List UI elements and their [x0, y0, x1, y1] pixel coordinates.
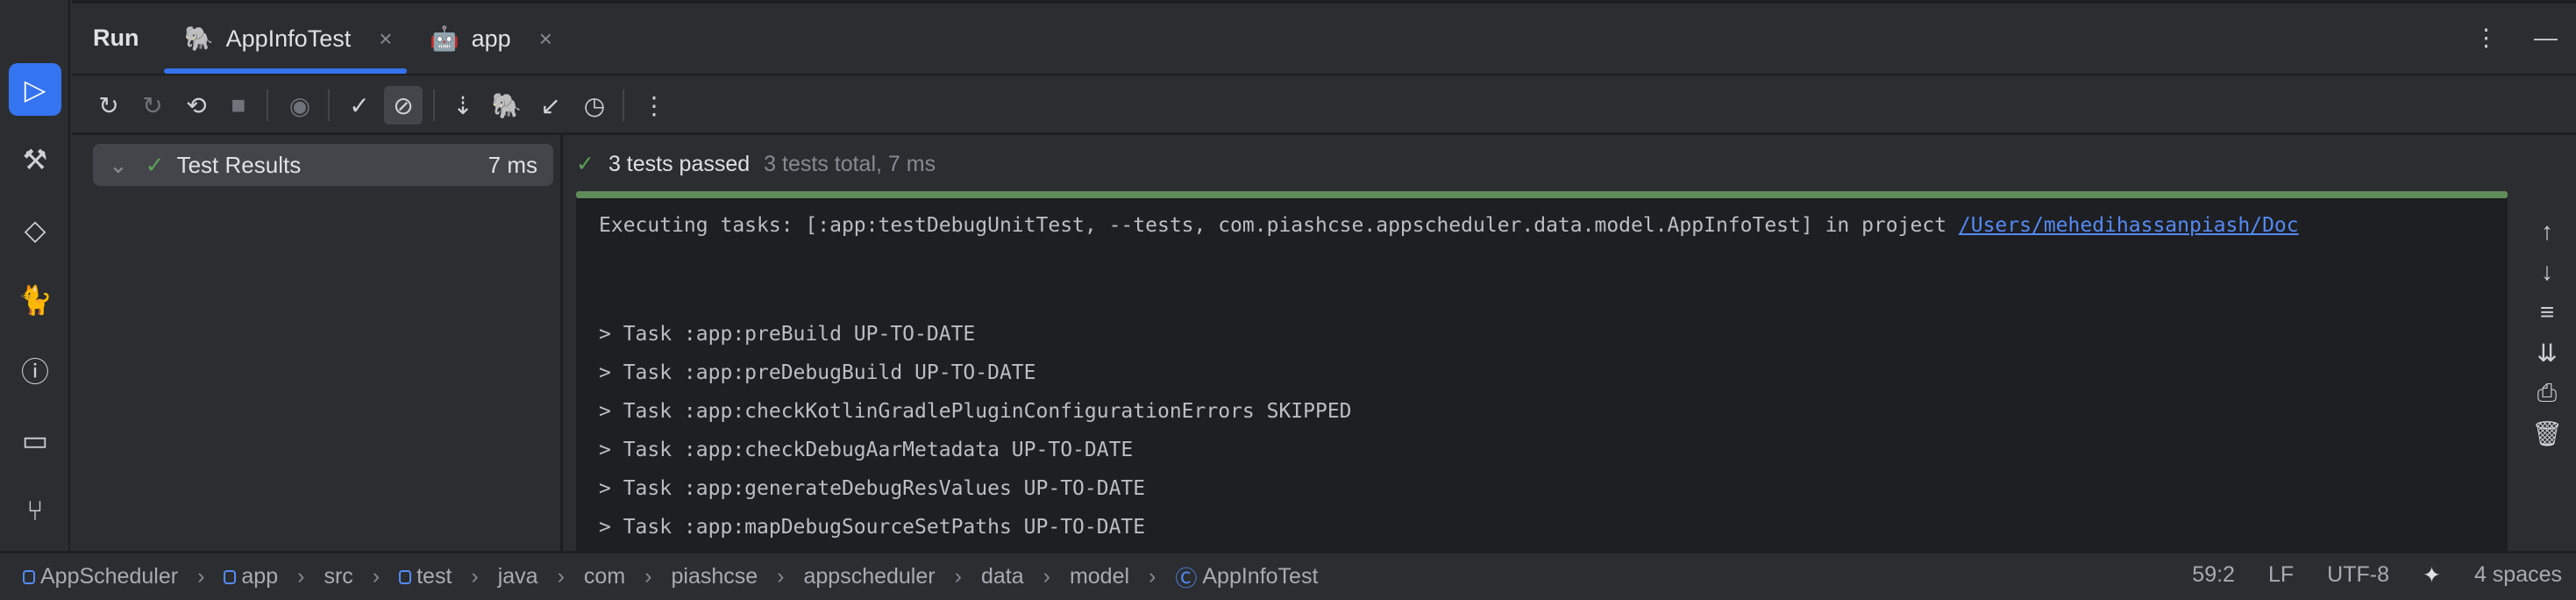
ai-assistant-icon[interactable]: ✦	[2423, 562, 2441, 589]
toggle-autotest-icon[interactable]: ⟲	[177, 86, 216, 125]
breadcrumb-item[interactable]: test	[399, 564, 452, 589]
breadcrumb-item[interactable]: appscheduler	[803, 564, 935, 589]
console-line: > Task :app:checkDebugAarMetadata UP-TO-…	[599, 439, 1134, 461]
breadcrumb-item[interactable]: java	[498, 564, 538, 589]
sort-icon[interactable]: ⇣	[444, 86, 482, 125]
breadcrumb-item[interactable]: AppScheduler	[23, 564, 178, 589]
tab-label: AppInfoTest	[225, 25, 352, 52]
class-icon: Ⓒ	[1175, 566, 1198, 591]
breadcrumb-item[interactable]: app	[224, 564, 278, 589]
chevron-right-icon: ›	[1149, 564, 1156, 589]
chevron-right-icon: ›	[777, 564, 785, 589]
chevron-right-icon: ›	[197, 564, 205, 589]
logcat-icon[interactable]: 🐈	[9, 274, 61, 326]
stop-icon[interactable]: ■	[219, 86, 258, 125]
run-title: Run	[93, 25, 139, 51]
more-options-icon[interactable]: ⋮	[2474, 25, 2498, 52]
history-clock-icon[interactable]: ◷	[575, 86, 614, 125]
android-icon: 🤖	[430, 25, 459, 52]
breadcrumb-item[interactable]: src	[324, 564, 352, 589]
run-toolbar: ↻ ↻ ⟲ ■ ◉ ✓ ⊘ ⇣ 🐘 ↙ ◷ ⋮	[72, 77, 2576, 135]
console-line: > Task :app:generateDebugResValues UP-TO…	[599, 477, 1146, 500]
breadcrumb-item[interactable]: Ⓒ AppInfoTest	[1175, 561, 1318, 593]
chevron-right-icon: ›	[557, 564, 565, 589]
test-summary: ✓ 3 tests passed 3 tests total, 7 ms	[576, 151, 936, 177]
more-icon[interactable]: ⋮	[635, 86, 673, 125]
line-separator[interactable]: LF	[2268, 562, 2294, 589]
console-line: > Task :app:mapDebugSourceSetPaths UP-TO…	[599, 516, 1146, 539]
check-icon: ✓	[576, 152, 594, 176]
breadcrumb-item[interactable]: model	[1070, 564, 1129, 589]
chevron-right-icon: ›	[954, 564, 962, 589]
module-icon	[23, 569, 35, 584]
total-info: 3 tests total, 7 ms	[764, 151, 936, 176]
trash-icon[interactable]: 🗑	[2530, 419, 2565, 448]
passed-count: 3 tests passed	[608, 151, 751, 176]
active-tab-indicator	[164, 68, 407, 74]
run-tabs: Run 🐘 AppInfoTest × 🤖 app × ⋮ —	[72, 0, 2576, 75]
indent-setting[interactable]: 4 spaces	[2474, 562, 2562, 589]
collapse-icon[interactable]: ↙	[531, 86, 570, 125]
breadcrumb-item[interactable]: piashcse	[671, 564, 758, 589]
breadcrumb: AppScheduler › app › src › test › java › com › piash…	[23, 561, 1318, 593]
caret-position[interactable]: 59:2	[2192, 562, 2235, 589]
breadcrumb-item[interactable]: data	[981, 564, 1024, 589]
problems-icon[interactable]: ⓘ	[9, 344, 61, 396]
console-actions: ↑ ↓ ≡ ⇊ ⎙ 🗑	[2514, 198, 2575, 549]
chevron-right-icon: ›	[297, 564, 305, 589]
show-ignored-icon[interactable]: ⊘	[384, 86, 423, 125]
chevron-right-icon: ›	[471, 564, 479, 589]
tab-appinfotest[interactable]: 🐘 AppInfoTest ×	[184, 25, 392, 53]
terminal-icon[interactable]: ▭	[9, 414, 61, 467]
arrow-up-icon[interactable]: ↑	[2530, 218, 2565, 246]
console-line: Executing tasks: [:app:testDebugUnitTest…	[599, 214, 2299, 237]
gradle-icon: 🐘	[184, 25, 214, 52]
project-path-link[interactable]: /Users/mehedihassanpiash/Doc	[1959, 214, 2299, 237]
arrow-down-icon[interactable]: ↓	[2530, 258, 2565, 286]
soft-wrap-icon[interactable]: ≡	[2530, 298, 2565, 326]
tool-window-bar: ▷ ⚒ ◇ 🐈 ⓘ ▭ ⑂	[0, 0, 70, 551]
tab-label: app	[471, 25, 511, 52]
file-encoding[interactable]: UTF-8	[2327, 562, 2389, 589]
gem-icon[interactable]: ◇	[9, 204, 61, 256]
test-results-node[interactable]: ⌄ ✓ Test Results 7 ms	[93, 144, 553, 186]
module-icon	[224, 569, 237, 584]
node-label: Test Results	[176, 151, 302, 178]
build-hammer-icon[interactable]: ⚒	[9, 133, 61, 186]
chevron-right-icon: ›	[1042, 564, 1050, 589]
check-icon: ✓	[145, 151, 165, 178]
print-icon[interactable]: ⎙	[2530, 379, 2565, 408]
eye-icon[interactable]: ◉	[281, 86, 319, 125]
breadcrumb-item[interactable]: com	[584, 564, 625, 589]
close-icon[interactable]: ×	[379, 25, 392, 53]
close-icon[interactable]: ×	[539, 25, 552, 53]
tab-app[interactable]: 🤖 app ×	[430, 25, 552, 53]
scroll-to-end-icon[interactable]: ⇊	[2530, 339, 2565, 368]
chevron-right-icon: ›	[372, 564, 381, 589]
console-line: > Task :app:preBuild UP-TO-DATE	[599, 323, 976, 346]
import-tests-icon[interactable]: 🐘	[487, 86, 526, 125]
git-icon[interactable]: ⑂	[9, 484, 61, 537]
minimize-icon[interactable]: —	[2534, 25, 2558, 52]
console-line: > Task :app:checkKotlinGradlePluginConfi…	[599, 400, 1352, 423]
test-tree: ⌄ ✓ Test Results 7 ms	[72, 135, 563, 551]
rerun-failed-icon[interactable]: ↻	[133, 86, 172, 125]
show-passed-check-icon[interactable]: ✓	[340, 86, 379, 125]
run-tool-icon[interactable]: ▷	[9, 63, 61, 116]
module-icon	[399, 569, 412, 584]
chevron-down-icon[interactable]: ⌄	[109, 152, 128, 179]
console-output[interactable]: Executing tasks: [:app:testDebugUnitTest…	[576, 198, 2508, 551]
node-time: 7 ms	[487, 151, 537, 178]
test-output-panel: ✓ 3 tests passed 3 tests total, 7 ms Exe…	[566, 135, 2576, 551]
chevron-right-icon: ›	[644, 564, 652, 589]
status-bar: AppScheduler › app › src › test › java › com › piash…	[0, 551, 2576, 600]
progress-bar	[576, 191, 2508, 198]
rerun-icon[interactable]: ↻	[89, 86, 128, 125]
console-line: > Task :app:preDebugBuild UP-TO-DATE	[599, 361, 1036, 384]
